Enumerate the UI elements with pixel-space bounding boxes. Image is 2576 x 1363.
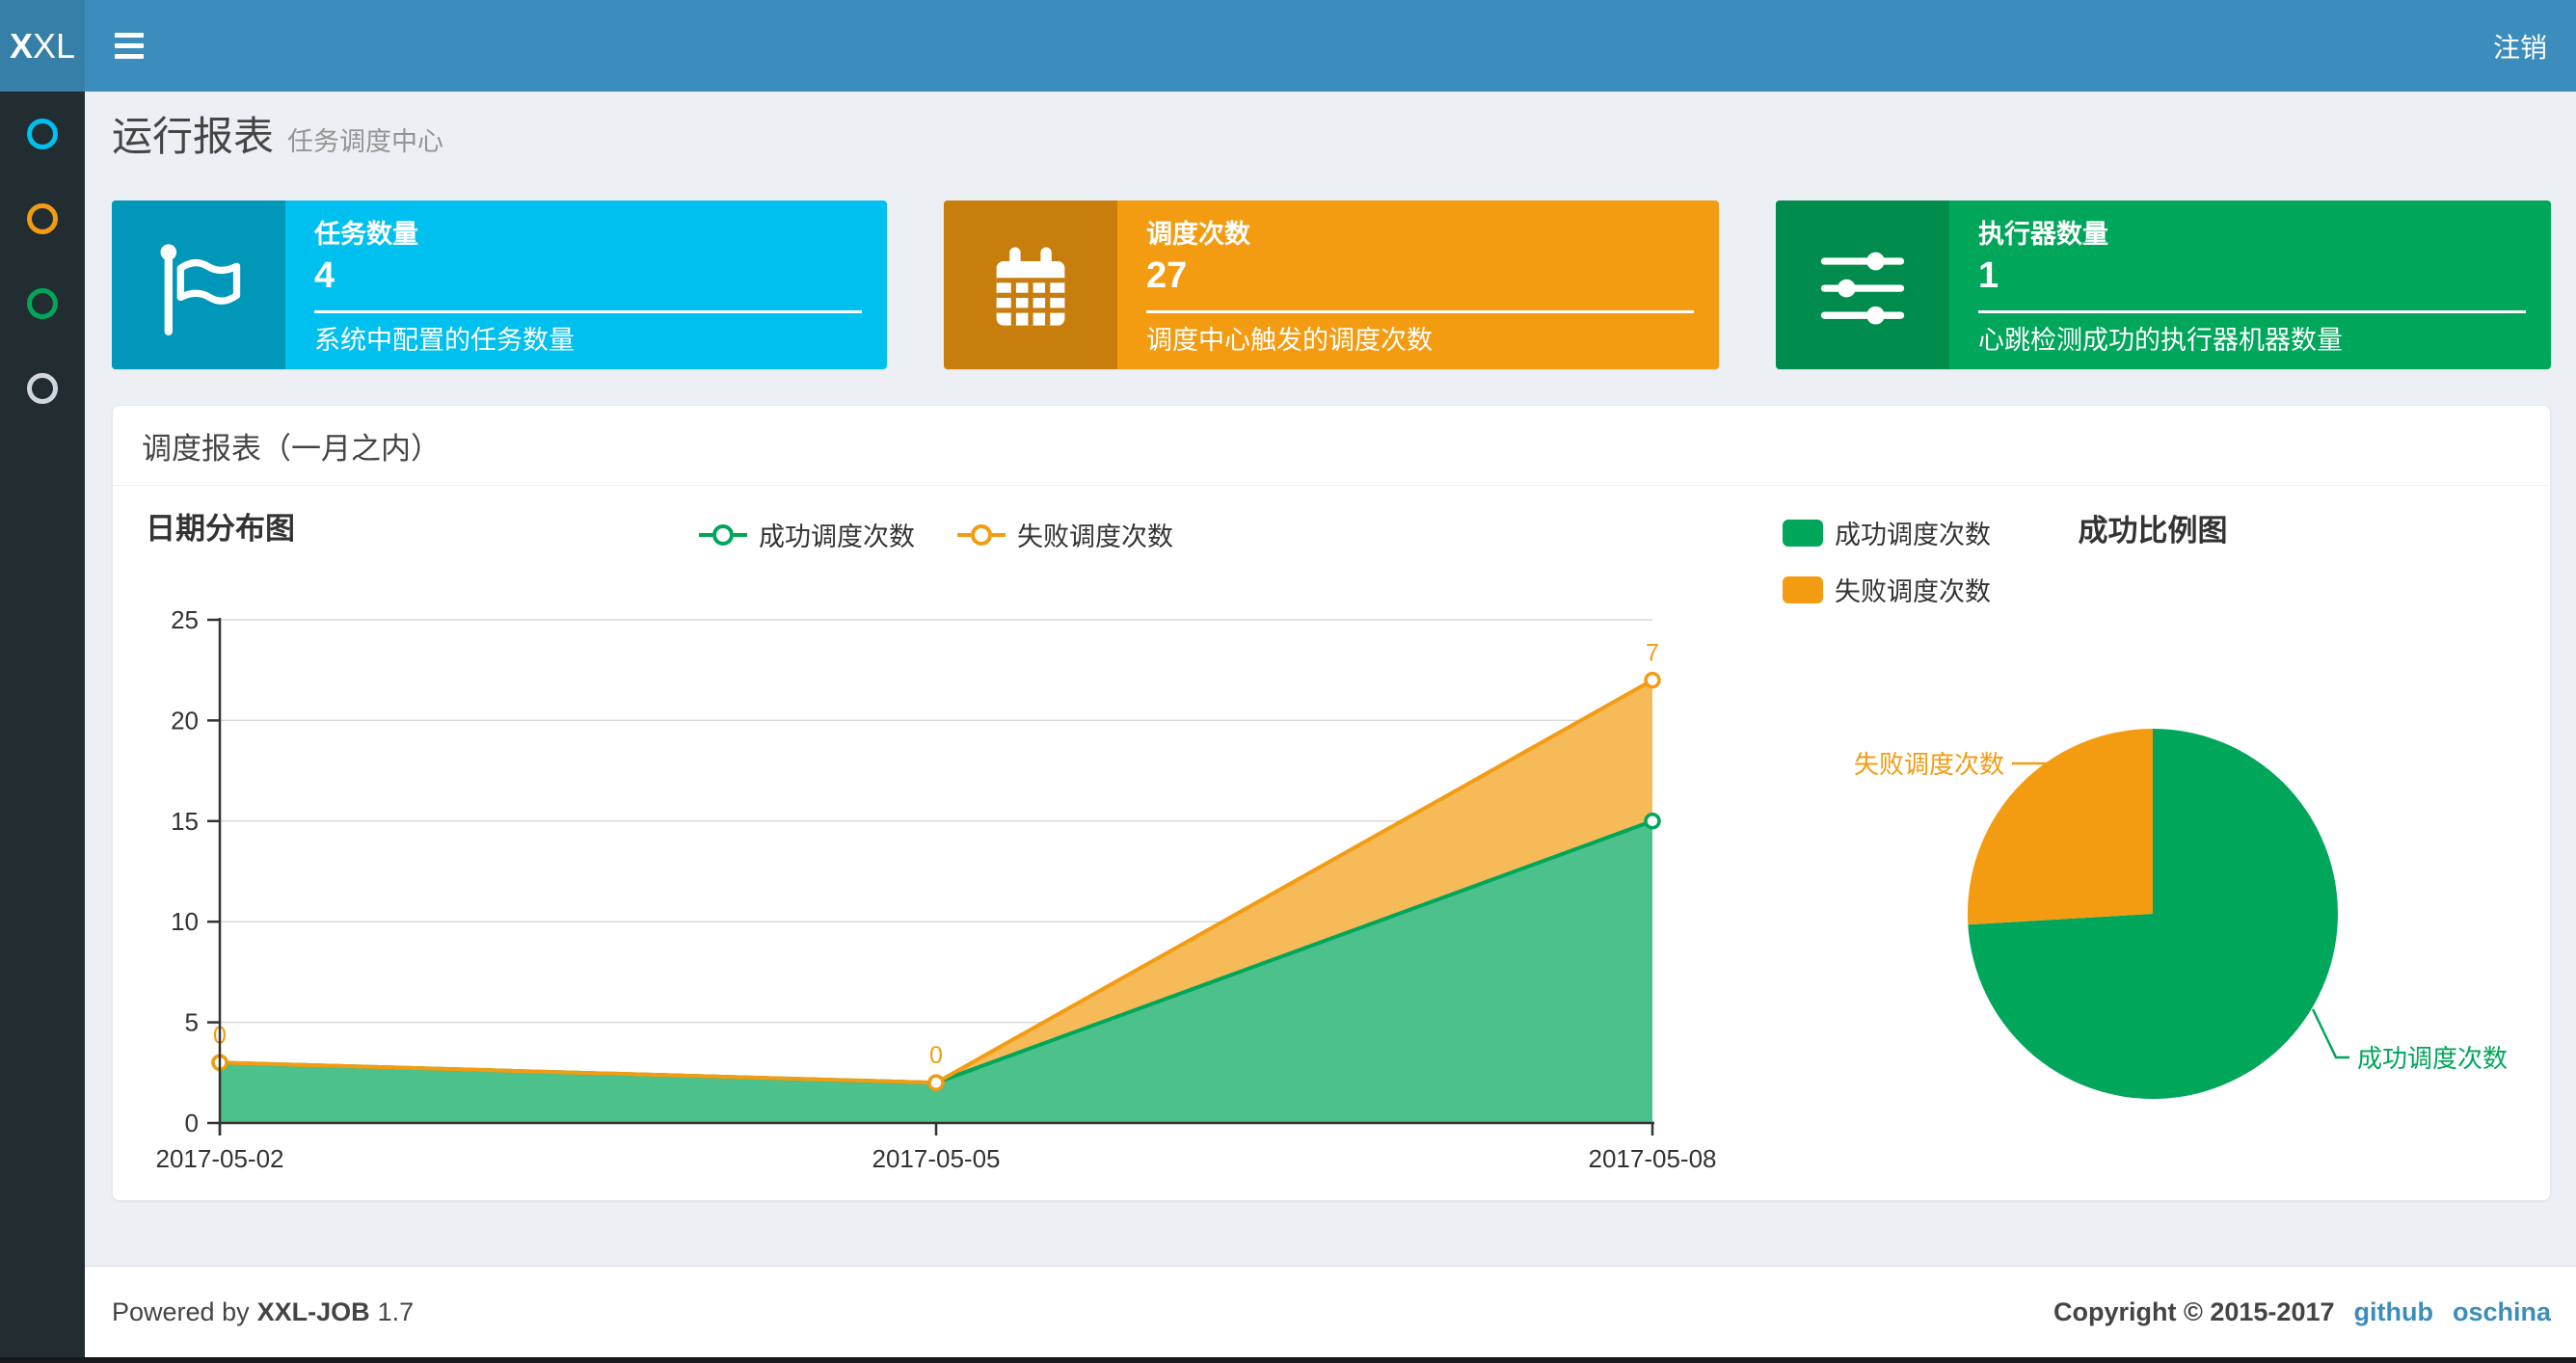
svg-text:2017-05-02: 2017-05-02 — [156, 1144, 284, 1173]
link-oschina[interactable]: oschina — [2453, 1297, 2551, 1327]
sidebar-item-2[interactable] — [0, 176, 85, 261]
card-value: 1 — [1978, 255, 1999, 297]
brand-name: XXL-JOB — [256, 1296, 370, 1326]
page-header: 运行报表 任务调度中心 — [112, 104, 443, 163]
flag-icon — [160, 243, 241, 335]
sidebar-item-3[interactable] — [0, 261, 85, 346]
card-value: 27 — [1146, 255, 1188, 297]
card-divider — [1978, 310, 2526, 314]
app-logo-bold: X — [9, 25, 33, 66]
charts-canvas: 00705101520252017-05-022017-05-052017-05… — [156, 605, 2509, 1173]
svg-text:25: 25 — [171, 605, 199, 634]
top-navbar: X XL 注销 — [0, 0, 2576, 92]
stat-card-executors: 执行器数量 1 心跳检测成功的执行器机器数量 — [1776, 200, 2551, 369]
svg-text:0: 0 — [185, 1109, 199, 1137]
card-divider — [314, 310, 862, 314]
version: 1.7 — [377, 1296, 415, 1326]
page-subtitle: 任务调度中心 — [287, 127, 444, 156]
copyright: Copyright © 2015-2017 — [2053, 1296, 2335, 1326]
svg-text:2017-05-08: 2017-05-08 — [1589, 1144, 1717, 1173]
card-desc: 心跳检测成功的执行器机器数量 — [1978, 326, 2343, 356]
app-logo-rest: XL — [32, 25, 76, 66]
stat-card-jobs: 任务数量 4 系统中配置的任务数量 — [112, 200, 887, 369]
stat-card-triggers: 调度次数 27 调度中心触发的调度次数 — [944, 200, 1719, 369]
circle-o-icon — [27, 203, 58, 234]
hamburger-icon — [115, 33, 144, 38]
page-title: 运行报表 — [112, 114, 275, 159]
powered-by: Powered by XXL-JOB 1.7 — [112, 1296, 415, 1326]
stat-cards-row: 任务数量 4 系统中配置的任务数量 调度次数 27 调度中心触发的调度次数 执行… — [112, 200, 2551, 369]
report-panel: 调度报表（一月之内） 日期分布图 成功调度次数 失败调度次数 成功调度次数 失败… — [112, 405, 2551, 1201]
card-desc: 调度中心触发的调度次数 — [1146, 326, 1433, 356]
sidebar-toggle-button[interactable] — [85, 0, 174, 92]
sidebar-item-1[interactable] — [0, 92, 85, 176]
circle-o-icon — [27, 288, 58, 319]
card-label: 调度次数 — [1146, 220, 1250, 249]
svg-text:20: 20 — [171, 706, 199, 735]
svg-text:5: 5 — [185, 1008, 199, 1037]
card-desc: 系统中配置的任务数量 — [314, 326, 575, 356]
card-value: 4 — [314, 255, 335, 297]
circle-o-icon — [27, 119, 58, 149]
svg-text:2017-05-05: 2017-05-05 — [872, 1144, 1001, 1173]
main-footer: Powered by XXL-JOB 1.7 Copyright © 2015-20… — [85, 1266, 2576, 1357]
card-label: 执行器数量 — [1978, 220, 2108, 249]
card-divider — [1146, 310, 1694, 314]
app-logo[interactable]: X XL — [0, 0, 85, 92]
svg-text:7: 7 — [1646, 640, 1659, 667]
logout-link[interactable]: 注销 — [2464, 0, 2576, 92]
card-label: 任务数量 — [314, 220, 418, 249]
sidebar — [0, 92, 85, 1357]
circle-o-icon — [27, 373, 58, 404]
svg-text:成功调度次数: 成功调度次数 — [2357, 1044, 2508, 1073]
svg-text:失败调度次数: 失败调度次数 — [1854, 750, 2004, 779]
svg-text:15: 15 — [171, 807, 199, 836]
sliders-icon — [1820, 252, 1905, 325]
bottom-strip — [0, 1357, 2576, 1363]
svg-text:0: 0 — [929, 1042, 943, 1069]
svg-text:10: 10 — [171, 907, 199, 936]
sidebar-item-4[interactable] — [0, 346, 85, 431]
calendar-icon — [996, 246, 1065, 326]
link-github[interactable]: github — [2354, 1297, 2433, 1327]
